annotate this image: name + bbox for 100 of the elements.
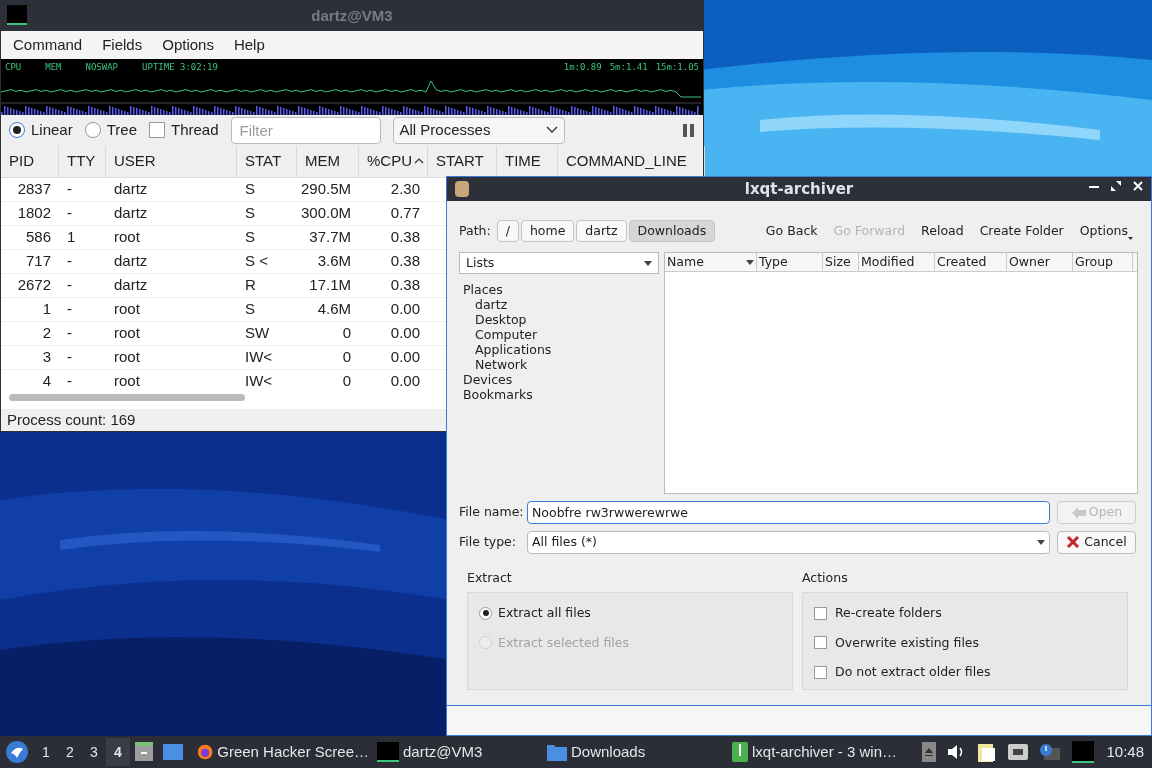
- filter-field[interactable]: Filter: [230, 116, 381, 144]
- close-icon[interactable]: [1133, 181, 1143, 191]
- path-label: Path:: [459, 221, 491, 240]
- column-header[interactable]: Group: [1073, 253, 1133, 271]
- taskbar-task[interactable]: Downloads: [543, 737, 728, 767]
- taskbar-task[interactable]: dartz@VM3: [373, 737, 543, 767]
- workspace-button[interactable]: 2: [58, 738, 82, 766]
- table-cell-text: 3: [41, 346, 52, 367]
- table-cell-text: -: [66, 322, 73, 343]
- file-type-dropdown[interactable]: All files (*): [527, 530, 1050, 554]
- field-label: File type:: [459, 532, 518, 551]
- table-cell-text: S: [244, 178, 256, 199]
- table-cell-text: 0: [341, 346, 352, 367]
- notification-icon[interactable]: [1040, 744, 1061, 760]
- pause-icon[interactable]: [683, 123, 695, 137]
- table-cell-text: dartz: [113, 202, 149, 223]
- tree-item[interactable]: Applications: [475, 342, 659, 357]
- chevron-down-icon: [545, 126, 558, 134]
- column-header[interactable]: Owner: [1007, 253, 1073, 271]
- column-header[interactable]: Name: [665, 253, 757, 271]
- load-average: 15m:1.05: [655, 61, 699, 74]
- menu-item[interactable]: Help: [225, 33, 273, 57]
- column-header[interactable]: PID: [9, 149, 34, 173]
- caret-icon: [644, 260, 652, 266]
- table-cell-text: -: [66, 178, 73, 199]
- table-cell-text: -: [66, 370, 73, 387]
- table-cell-text: root: [113, 298, 141, 319]
- desktop-icon[interactable]: [163, 743, 183, 761]
- column-header[interactable]: TIME: [505, 149, 541, 173]
- tree-item[interactable]: Computer: [475, 327, 659, 342]
- table-cell-text: root: [113, 322, 141, 343]
- action-checkbox[interactable]: Do not extract older files: [814, 663, 1127, 682]
- action-checkbox[interactable]: Overwrite existing files: [814, 633, 1127, 653]
- view-mode-radio[interactable]: Linear: [9, 118, 73, 142]
- window-title: lxqt-archiver: [744, 178, 854, 200]
- path-segment[interactable]: /: [496, 220, 519, 242]
- column-header[interactable]: Type: [757, 253, 823, 271]
- table-cell-text: S: [244, 202, 256, 223]
- scrollbar-thumb[interactable]: [9, 394, 245, 401]
- toolbar-button[interactable]: Go Back: [765, 221, 818, 241]
- file-name-field[interactable]: Noobfre rw3rwwerewrwe: [527, 500, 1050, 524]
- tree-item[interactable]: Devices: [463, 372, 659, 387]
- file-cabinet-icon[interactable]: [134, 742, 154, 762]
- column-header[interactable]: START: [436, 149, 484, 173]
- package-icon: [455, 181, 469, 197]
- extract-radio[interactable]: Extract all files: [479, 603, 792, 623]
- column-header[interactable]: TTY: [67, 149, 96, 173]
- path-segment[interactable]: Downloads: [628, 220, 716, 242]
- table-cell-text: root: [113, 346, 141, 367]
- menu-item[interactable]: Options: [154, 33, 222, 57]
- table-cell-text: 2672: [16, 274, 52, 295]
- load-average: 5m:1.41: [609, 61, 648, 74]
- view-mode-radio[interactable]: Tree: [84, 118, 137, 142]
- network-icon[interactable]: [1008, 744, 1029, 760]
- action-checkbox[interactable]: Re-create folders: [814, 603, 1127, 623]
- column-header[interactable]: Modified: [859, 253, 935, 271]
- column-header[interactable]: COMMAND_LINE: [566, 149, 687, 173]
- tree-item[interactable]: dartz: [475, 297, 659, 312]
- column-header[interactable]: USER: [114, 149, 156, 173]
- thread-checkbox[interactable]: Thread: [149, 118, 219, 142]
- column-header[interactable]: %CPU: [367, 149, 424, 173]
- taskbar-task[interactable]: lxqt-archiver - 3 win…: [728, 737, 918, 767]
- toolbar-button[interactable]: Create Folder: [979, 221, 1064, 241]
- table-cell-text: dartz: [113, 250, 149, 271]
- tree-item[interactable]: Bookmarks: [463, 387, 659, 402]
- column-header[interactable]: MEM: [305, 149, 340, 173]
- column-header[interactable]: STAT: [245, 149, 282, 173]
- cancel-button[interactable]: Cancel: [1057, 530, 1136, 554]
- field-label: File name:: [459, 502, 525, 521]
- tree-item[interactable]: Network: [475, 357, 659, 372]
- menu-item[interactable]: Command: [5, 33, 91, 57]
- table-cell-text: 0.00: [389, 298, 421, 319]
- process-filter-dropdown[interactable]: All Processes: [392, 116, 565, 144]
- load-average: 1m:0.89: [563, 61, 602, 74]
- column-header[interactable]: Size: [823, 253, 859, 271]
- table-cell-text: 0: [341, 370, 352, 387]
- workspace-button[interactable]: 3: [82, 738, 106, 766]
- sort-descending-icon: [746, 259, 754, 265]
- sort-ascending-icon: [414, 158, 424, 164]
- menu-item[interactable]: Fields: [94, 33, 151, 57]
- tree-item[interactable]: Desktop: [475, 312, 659, 327]
- workspace-button[interactable]: 4: [106, 738, 130, 766]
- path-segment[interactable]: home: [520, 220, 575, 242]
- tree-item[interactable]: Places: [463, 282, 659, 297]
- eject-icon[interactable]: [922, 742, 937, 762]
- side-view-dropdown[interactable]: Lists: [459, 252, 659, 274]
- column-header[interactable]: Created: [935, 253, 1007, 271]
- toolbar-button[interactable]: Reload: [921, 221, 964, 241]
- toolbar-button[interactable]: Options: [1079, 221, 1133, 241]
- clock[interactable]: 10:48: [1106, 740, 1144, 764]
- clipboard-icon[interactable]: [978, 742, 997, 762]
- path-segment[interactable]: dartz: [576, 220, 627, 242]
- start-menu-icon[interactable]: [6, 741, 28, 763]
- table-cell-text: -: [66, 298, 73, 319]
- taskbar-task[interactable]: Green Hacker Scree…: [193, 737, 373, 767]
- table-cell-text: 4.6M: [316, 298, 352, 319]
- table-cell-text: 1802: [16, 202, 52, 223]
- workspace-button[interactable]: 1: [34, 738, 58, 766]
- table-cell-text: 0.00: [389, 346, 421, 367]
- system-monitor-icon[interactable]: [1072, 741, 1095, 763]
